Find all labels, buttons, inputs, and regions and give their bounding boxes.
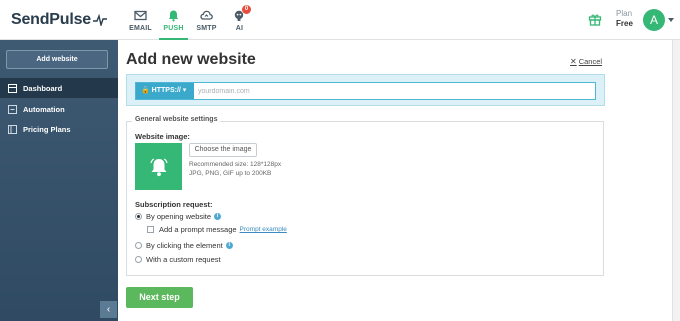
page-scrollbar[interactable] xyxy=(672,40,680,321)
url-field: 🔒 HTTPS:// ▾ xyxy=(135,82,596,100)
tab-push[interactable]: PUSH xyxy=(157,0,190,40)
next-step-button[interactable]: Next step xyxy=(126,287,193,308)
dashboard-icon xyxy=(8,83,17,93)
plan-label: Plan xyxy=(616,9,633,18)
sidebar-item-dashboard[interactable]: Dashboard xyxy=(0,78,118,98)
page-title: Add new website xyxy=(126,51,256,68)
protocol-dropdown[interactable]: 🔒 HTTPS:// ▾ xyxy=(136,83,194,99)
cloud-icon xyxy=(200,10,213,20)
notification-badge: 0 xyxy=(242,5,251,14)
radio-button[interactable] xyxy=(135,213,142,220)
checkbox[interactable] xyxy=(147,226,154,233)
image-size-hint: Recommended size: 128*128px xyxy=(189,161,282,168)
option-by-clicking-element[interactable]: By clicking the element i xyxy=(135,241,233,250)
cancel-link[interactable]: ✕ Cancel xyxy=(570,57,602,66)
bell-icon xyxy=(149,157,168,176)
brand-logo[interactable]: SendPulse xyxy=(0,0,118,40)
tab-label: PUSH xyxy=(163,24,184,32)
option-label: By opening website xyxy=(146,212,212,221)
image-hint: Recommended size: 128*128px JPG, PNG, GI… xyxy=(189,160,281,178)
sidebar-item-label: Pricing Plans xyxy=(23,124,71,134)
collapse-sidebar-button[interactable]: ‹ xyxy=(100,301,117,318)
pulse-icon xyxy=(93,14,107,26)
tab-label: SMTP xyxy=(196,24,217,32)
radio-button[interactable] xyxy=(135,242,142,249)
lock-icon: 🔒 xyxy=(141,87,150,94)
plan-value: Free xyxy=(616,19,633,28)
info-icon[interactable]: i xyxy=(225,242,233,249)
prompt-example-link[interactable]: Prompt example xyxy=(240,226,287,233)
top-header: SendPulse EMAIL PUSH SMTP 0 AI Plan Free… xyxy=(0,0,680,40)
sidebar: Add website Dashboard Automation Pricing… xyxy=(0,40,118,321)
sidebar-item-automation[interactable]: Automation xyxy=(0,99,118,119)
avatar[interactable]: A xyxy=(643,9,665,31)
radio-button[interactable] xyxy=(135,256,142,263)
sidebar-item-label: Automation xyxy=(23,104,65,114)
tab-label: AI xyxy=(235,24,244,32)
image-format-hint: JPG, PNG, GIF up to 200KB xyxy=(189,170,272,177)
gift-icon[interactable] xyxy=(588,12,602,26)
choose-image-button[interactable]: Choose the image xyxy=(189,143,257,157)
cancel-label: Cancel xyxy=(578,57,603,66)
option-label: Add a prompt message xyxy=(159,225,237,234)
option-label: With a custom request xyxy=(146,255,221,264)
pricing-icon xyxy=(8,124,17,134)
tab-ai[interactable]: 0 AI xyxy=(223,0,256,40)
main-content: Add new website ✕Cancel 🔒 HTTPS:// ▾ Gen… xyxy=(118,40,680,321)
bell-icon xyxy=(168,10,179,21)
sidebar-item-pricing-plans[interactable]: Pricing Plans xyxy=(0,119,118,139)
option-by-opening-website[interactable]: By opening website i xyxy=(135,212,222,221)
chevron-down-icon: ▾ xyxy=(182,87,187,94)
close-icon: ✕ xyxy=(570,57,577,66)
protocol-label: HTTPS:// xyxy=(151,87,181,94)
brand-name: SendPulse xyxy=(10,11,91,28)
option-label: By clicking the element xyxy=(146,241,223,250)
envelope-icon xyxy=(134,10,147,20)
add-website-button[interactable]: Add website xyxy=(6,50,108,69)
subscription-request-label: Subscription request: xyxy=(135,200,213,209)
website-image-label: Website image: xyxy=(135,132,190,141)
tab-label: EMAIL xyxy=(129,24,152,32)
option-custom-request[interactable]: With a custom request xyxy=(135,255,221,264)
general-settings-section: General website settings Website image: … xyxy=(126,116,604,276)
website-url-input[interactable] xyxy=(198,83,588,99)
tab-email[interactable]: EMAIL xyxy=(124,0,157,40)
automation-icon xyxy=(8,104,17,114)
info-icon[interactable]: i xyxy=(214,213,222,220)
chevron-down-icon[interactable] xyxy=(668,18,674,22)
option-add-prompt-message[interactable]: Add a prompt message Prompt example xyxy=(147,225,287,234)
product-tabs: EMAIL PUSH SMTP 0 AI xyxy=(124,0,256,40)
sidebar-item-label: Dashboard xyxy=(23,83,63,93)
tab-smtp[interactable]: SMTP xyxy=(190,0,223,40)
url-panel: 🔒 HTTPS:// ▾ xyxy=(126,74,605,106)
plan-info[interactable]: Plan Free xyxy=(616,9,633,29)
website-image-preview xyxy=(135,143,182,190)
section-legend: General website settings xyxy=(132,116,221,123)
